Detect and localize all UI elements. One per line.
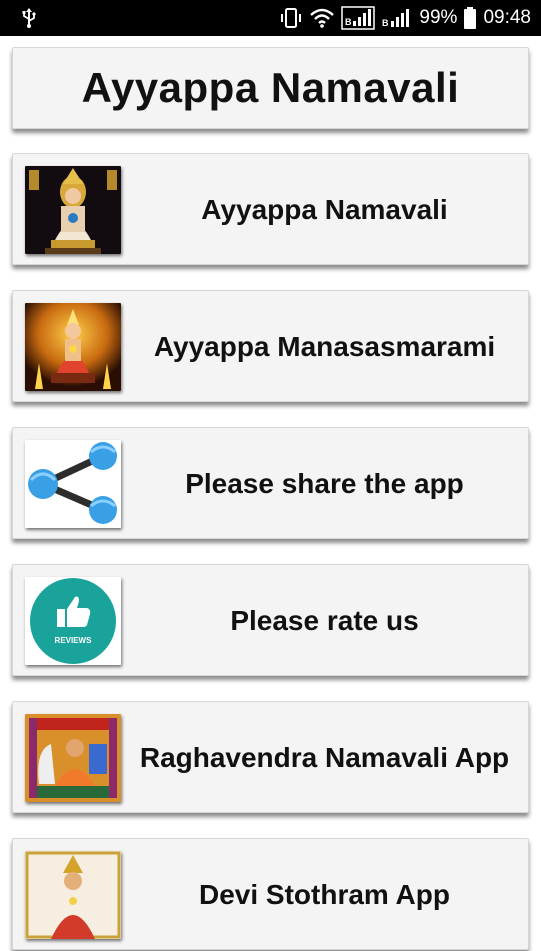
signal-sim1-icon: B xyxy=(341,6,376,30)
page-title: Ayyappa Namavali xyxy=(81,64,460,111)
list-item-share-app[interactable]: Please share the app xyxy=(12,427,529,539)
battery-percent: 99% xyxy=(419,7,458,28)
svg-text:B: B xyxy=(382,18,389,28)
item-label: Raghavendra Namavali App xyxy=(139,742,510,773)
vibrate-icon xyxy=(281,8,302,28)
list-item-rate-us[interactable]: REVIEWS Please rate us xyxy=(12,564,529,676)
item-label: Ayyappa Manasasmarami xyxy=(153,331,496,362)
raghavendra-image-icon xyxy=(25,714,121,802)
devi-image-icon xyxy=(25,851,121,939)
list-item-ayyappa-namavali[interactable]: Ayyappa Namavali xyxy=(12,153,529,265)
item-label: Ayyappa Namavali xyxy=(201,194,448,225)
list-item-ayyappa-manasasmarami[interactable]: Ayyappa Manasasmarami xyxy=(12,290,529,402)
battery-icon xyxy=(464,7,477,29)
item-label: Please rate us xyxy=(230,605,419,636)
main-content: Ayyappa Namavali Ayyappa Namavali Ayyapp… xyxy=(0,36,541,950)
wifi-icon xyxy=(310,8,335,28)
list-item-raghavendra-namavali-app[interactable]: Raghavendra Namavali App xyxy=(12,701,529,813)
reviews-text: REVIEWS xyxy=(55,636,93,645)
thumbs-up-reviews-icon: REVIEWS xyxy=(25,577,121,665)
ayyappa-image-icon xyxy=(25,166,121,254)
app-title-card: Ayyappa Namavali xyxy=(12,47,529,129)
ayyappa-lamp-image-icon xyxy=(25,303,121,391)
share-icon xyxy=(25,440,121,528)
status-bar: B B 99% 09:48 xyxy=(0,0,541,36)
svg-text:B: B xyxy=(345,17,352,27)
usb-icon xyxy=(22,8,36,28)
signal-sim2-icon: B xyxy=(382,9,410,28)
item-label: Devi Stothram App xyxy=(199,879,450,910)
clock: 09:48 xyxy=(483,7,531,28)
item-label: Please share the app xyxy=(185,468,464,499)
list-item-devi-stothram-app[interactable]: Devi Stothram App xyxy=(12,838,529,950)
